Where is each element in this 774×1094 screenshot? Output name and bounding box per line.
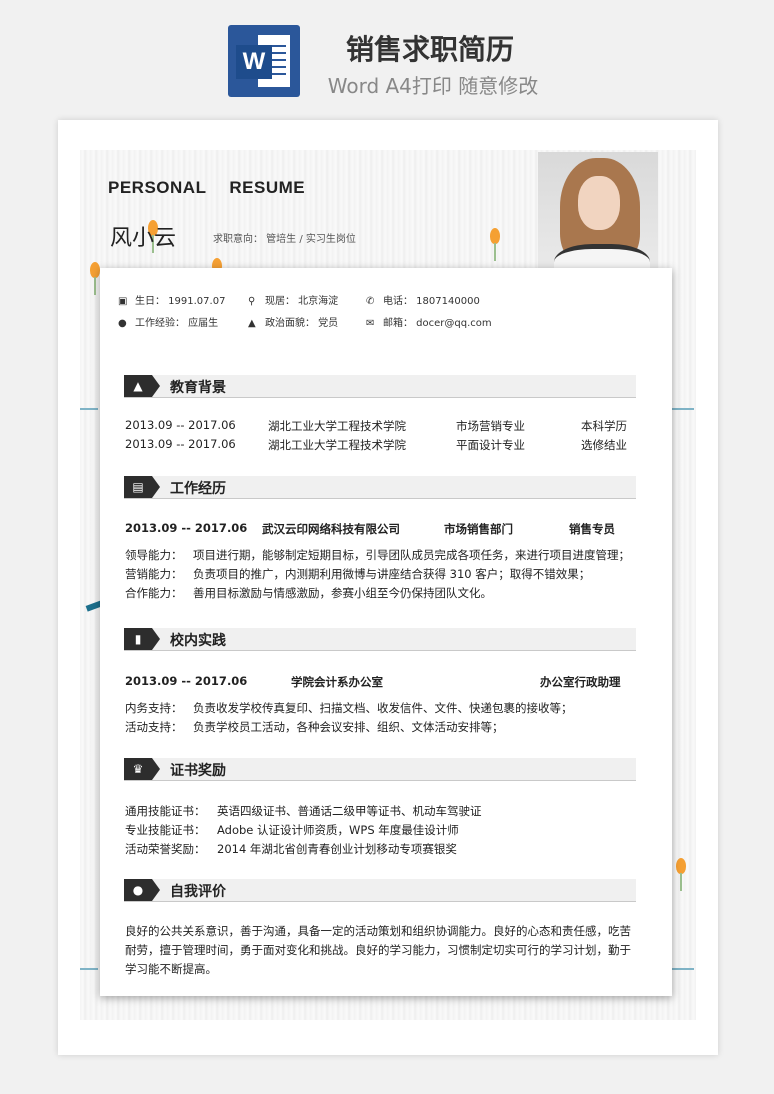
tulip-decor [490, 228, 500, 261]
decor-line [80, 968, 98, 970]
header-personal: PERSONAL RESUME [108, 178, 306, 197]
info-experience: ● 工作经验： 应届生 [118, 318, 219, 329]
job-intent: 求职意向： 管培生 / 实习生岗位 [213, 234, 356, 245]
banner-title: 销售求职简历 [345, 33, 514, 66]
self-evaluation-text: 良好的公共关系意识，善于沟通，具备一定的活动策划和组织协调能力。良好的心态和责任… [125, 924, 631, 976]
calendar-icon: ▣ [118, 296, 128, 307]
trophy-icon: ♛ [124, 758, 160, 780]
info-phone: ✆ 电话： 1807140000 [366, 296, 480, 307]
section-title: 教育背景 [170, 380, 226, 396]
section-title: 证书奖励 [170, 763, 226, 779]
graduation-cap-icon: ▲ [124, 375, 160, 397]
briefcase-icon: ▤ [124, 476, 160, 498]
tulip-decor [90, 262, 100, 295]
info-politics: ▲ 政治面貌： 党员 [248, 318, 339, 329]
candidate-name: 风小云 [110, 226, 177, 251]
person-icon: ● [118, 318, 127, 329]
tulip-decor [676, 858, 686, 891]
top-banner: W 销售求职简历 Word A4打印 随意修改 [0, 0, 774, 110]
location-pin-icon: ⚲ [248, 296, 256, 307]
profile-photo [538, 152, 658, 270]
mail-icon: ✉ [366, 318, 375, 329]
section-title: 自我评价 [170, 884, 226, 900]
decor-line [672, 408, 694, 410]
section-certs: ♛ 证书奖励 [124, 758, 636, 781]
info-location: ⚲ 现居： 北京海淀 [248, 296, 339, 307]
phone-icon: ✆ [366, 296, 375, 307]
section-campus: ▮ 校内实践 [124, 628, 636, 651]
decor-line [80, 408, 98, 410]
banner-subtitle: Word A4打印 随意修改 [327, 74, 539, 98]
word-icon: W [228, 25, 300, 97]
person-icon: ● [124, 879, 160, 901]
graduation-cap-icon: ▲ [248, 318, 256, 329]
info-email: ✉ 邮箱： docer@qq.com [366, 318, 492, 329]
section-self: ● 自我评价 [124, 879, 636, 902]
section-work: ▤ 工作经历 [124, 476, 636, 499]
info-birth: ▣ 生日： 1991.07.07 [118, 296, 226, 307]
section-title: 校内实践 [170, 633, 226, 649]
section-education: ▲ 教育背景 [124, 375, 636, 398]
decor-line [672, 968, 694, 970]
bar-chart-icon: ▮ [124, 628, 160, 650]
section-title: 工作经历 [170, 481, 226, 497]
